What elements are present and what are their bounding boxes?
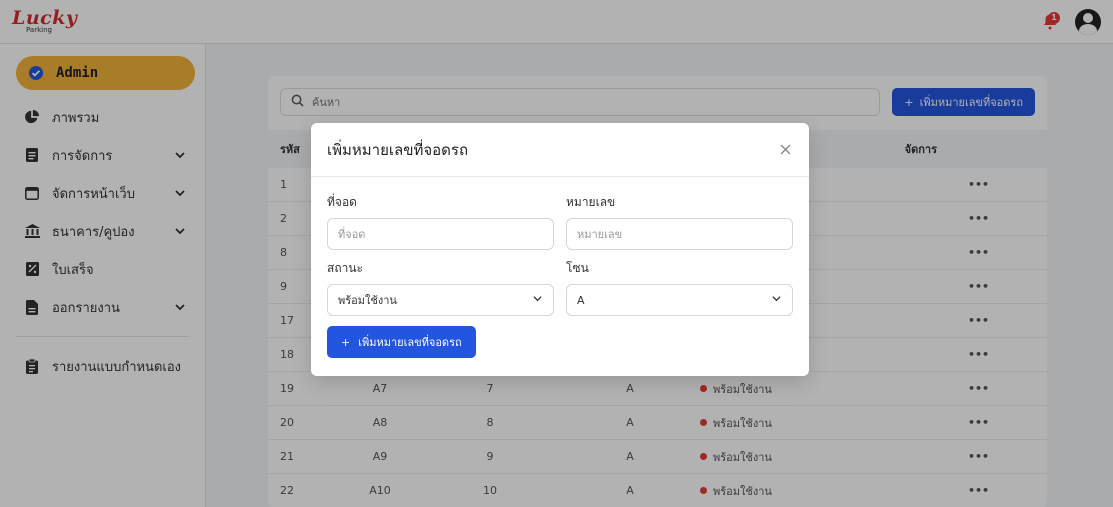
zone-select-value: A — [577, 293, 585, 307]
number-label: หมายเลข — [566, 195, 616, 209]
number-field: หมายเลข หมายเลข — [566, 193, 793, 250]
status-label: สถานะ — [327, 261, 363, 275]
status-select[interactable]: พร้อมใช้งาน — [327, 284, 554, 316]
zone-label: โซน — [566, 261, 589, 275]
chevron-down-icon — [532, 293, 543, 307]
modal-header: เพิ่มหมายเลขที่จอดรถ — [311, 123, 809, 177]
zone-select[interactable]: A — [566, 284, 793, 316]
chevron-down-icon — [771, 293, 782, 307]
number-input[interactable]: หมายเลข — [566, 218, 793, 250]
add-parking-modal: เพิ่มหมายเลขที่จอดรถ ที่จอด ที่จอด หมายเ… — [311, 123, 809, 376]
status-select-value: พร้อมใช้งาน — [338, 294, 397, 307]
zone-field: โซน A — [566, 259, 793, 316]
location-input[interactable]: ที่จอด — [327, 218, 554, 250]
location-label: ที่จอด — [327, 195, 357, 209]
status-field: สถานะ พร้อมใช้งาน — [327, 259, 554, 316]
submit-label: เพิ่มหมายเลขที่จอดรถ — [358, 336, 462, 349]
submit-add-parking-button[interactable]: + เพิ่มหมายเลขที่จอดรถ — [327, 326, 476, 358]
location-field: ที่จอด ที่จอด — [327, 193, 554, 250]
plus-icon: + — [341, 335, 351, 349]
close-icon[interactable] — [777, 142, 793, 158]
modal-title: เพิ่มหมายเลขที่จอดรถ — [327, 140, 469, 159]
